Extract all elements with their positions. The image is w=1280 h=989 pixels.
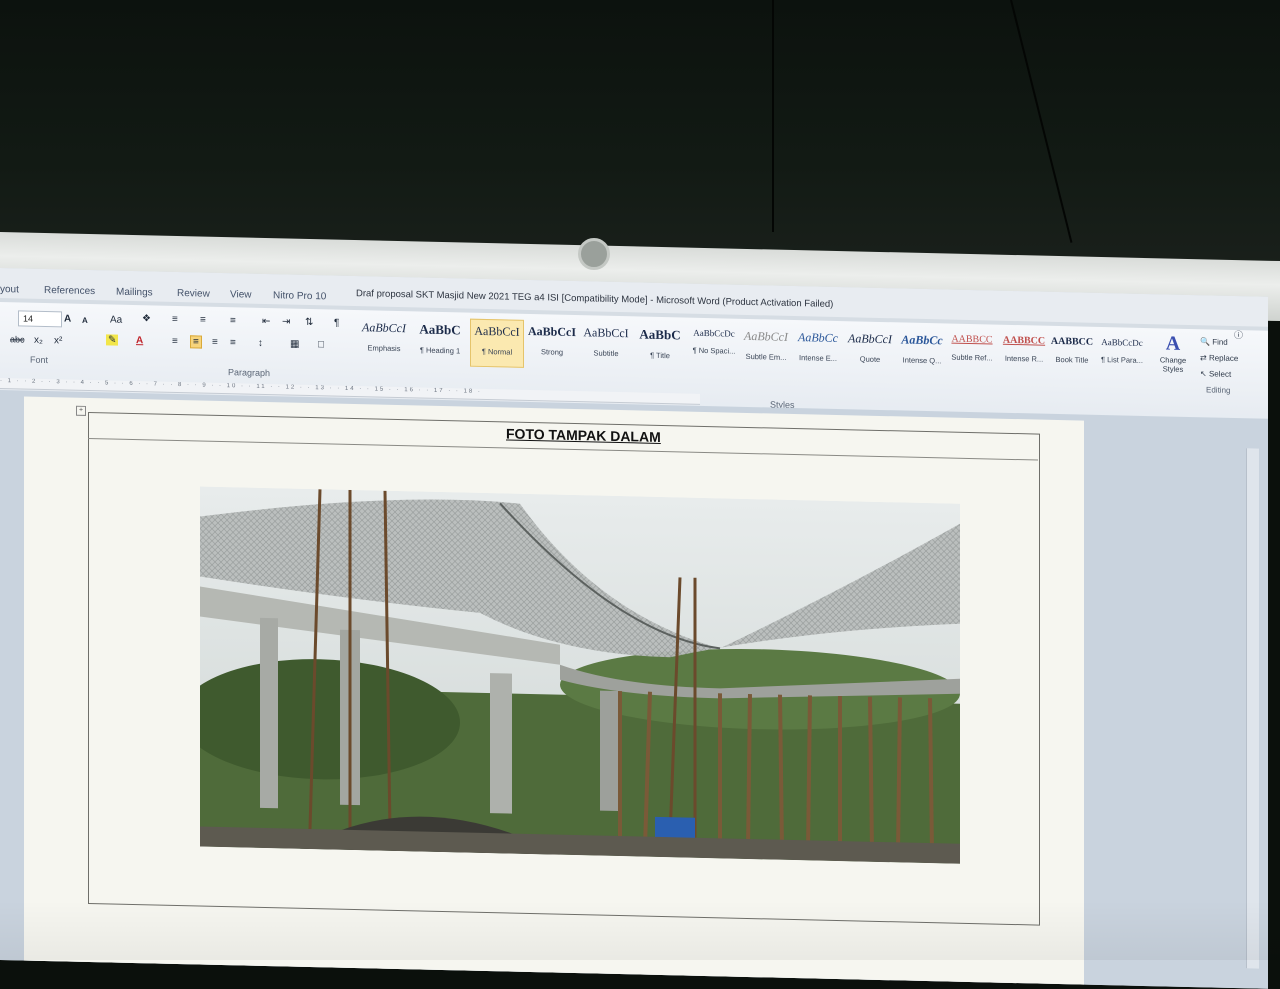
style-title[interactable]: AaBbC ¶ Title (634, 322, 686, 369)
style-quote[interactable]: AaBbCcI Quote (844, 327, 896, 374)
sort-icon[interactable]: ⇅ (305, 317, 313, 328)
grow-font-button[interactable]: A (64, 313, 71, 324)
paragraph-group-label: Paragraph (228, 367, 271, 379)
style-intense-quote[interactable]: AaBbCc Intense Q... (896, 328, 948, 375)
style-subtitle[interactable]: AaBbCcI Subtitle (580, 321, 632, 368)
replace-button[interactable]: ⇄ Replace (1200, 353, 1238, 363)
bullets-icon[interactable]: ≡ (172, 314, 178, 325)
tab-layout[interactable]: yout (0, 284, 19, 295)
tab-review[interactable]: Review (177, 288, 210, 300)
style-heading-1[interactable]: AaBbC ¶ Heading 1 (414, 317, 466, 364)
tab-nitro[interactable]: Nitro Pro 10 (273, 290, 326, 302)
font-color-icon[interactable]: A (136, 335, 143, 346)
document-area: + FOTO TAMPAK DALAM (0, 390, 1268, 989)
style-no-spacing[interactable]: AaBbCcDc ¶ No Spaci... (688, 324, 740, 371)
style-subtle-reference[interactable]: AABBCC Subtle Ref... (946, 329, 998, 376)
vertical-scrollbar[interactable] (1246, 448, 1259, 969)
strikethrough-button[interactable]: abc (10, 334, 25, 344)
shrink-font-button[interactable]: A (82, 316, 88, 325)
select-button[interactable]: ↖ Select (1200, 369, 1231, 379)
increase-indent-icon[interactable]: ⇥ (282, 316, 290, 327)
highlight-icon[interactable]: ✎ (106, 334, 119, 346)
line-spacing-icon[interactable]: ↕ (258, 338, 263, 349)
editing-group-label: Editing (1206, 385, 1231, 395)
table-move-handle-icon[interactable]: + (76, 405, 86, 416)
change-styles-button[interactable]: A Change Styles (1156, 332, 1190, 374)
style-normal[interactable]: AaBbCcI ¶ Normal (470, 318, 524, 368)
change-styles-label: Styles (1162, 364, 1184, 374)
font-size-select[interactable]: 14 (18, 310, 62, 328)
style-emphasis[interactable]: AaBbCcI Emphasis (358, 316, 410, 363)
numbering-icon[interactable]: ≡ (200, 315, 206, 326)
window-title: Draf proposal SKT Masjid New 2021 TEG a4… (356, 288, 834, 310)
background-wall (0, 0, 1280, 270)
change-case-button[interactable]: Aa (110, 314, 122, 325)
multilevel-list-icon[interactable]: ≡ (230, 315, 236, 326)
style-subtle-emphasis[interactable]: AaBbCcI Subtle Em... (740, 325, 792, 372)
align-center-icon[interactable]: ≡ (190, 335, 202, 349)
style-book-title[interactable]: AABBCC Book Title (1046, 332, 1098, 379)
change-styles-label: Change (1159, 355, 1187, 365)
decrease-indent-icon[interactable]: ⇤ (262, 316, 270, 327)
justify-icon[interactable]: ≡ (230, 337, 236, 348)
tab-mailings[interactable]: Mailings (116, 287, 153, 299)
webcam-icon (578, 238, 610, 270)
change-styles-icon: A (1165, 332, 1181, 355)
word-window: yout References Mailings Review View Nit… (0, 268, 1268, 989)
borders-icon[interactable]: □ (318, 339, 324, 350)
tab-view[interactable]: View (230, 289, 252, 300)
align-left-icon[interactable]: ≡ (172, 336, 178, 347)
style-intense-reference[interactable]: AABBCC Intense R... (998, 331, 1050, 378)
font-group-label: Font (30, 354, 49, 366)
align-right-icon[interactable]: ≡ (212, 337, 218, 348)
find-button[interactable]: 🔍 Find (1200, 337, 1228, 347)
help-icon[interactable]: ⓘ (1234, 328, 1243, 341)
superscript-button[interactable]: x² (54, 335, 62, 346)
subscript-button[interactable]: x₂ (34, 335, 43, 346)
clear-format-icon[interactable]: ❖ (142, 313, 151, 324)
style-intense-emphasis[interactable]: AaBbCc Intense E... (792, 326, 844, 373)
tab-references[interactable]: References (44, 285, 95, 297)
shading-icon[interactable]: ▦ (290, 339, 299, 350)
construction-photo (200, 486, 960, 864)
style-list-paragraph[interactable]: AaBbCcDc ¶ List Para... (1096, 333, 1148, 380)
style-strong[interactable]: AaBbCcI Strong (526, 320, 578, 367)
bottom-shade (0, 900, 1280, 960)
show-marks-icon[interactable]: ¶ (334, 318, 339, 329)
cable (772, 0, 774, 232)
